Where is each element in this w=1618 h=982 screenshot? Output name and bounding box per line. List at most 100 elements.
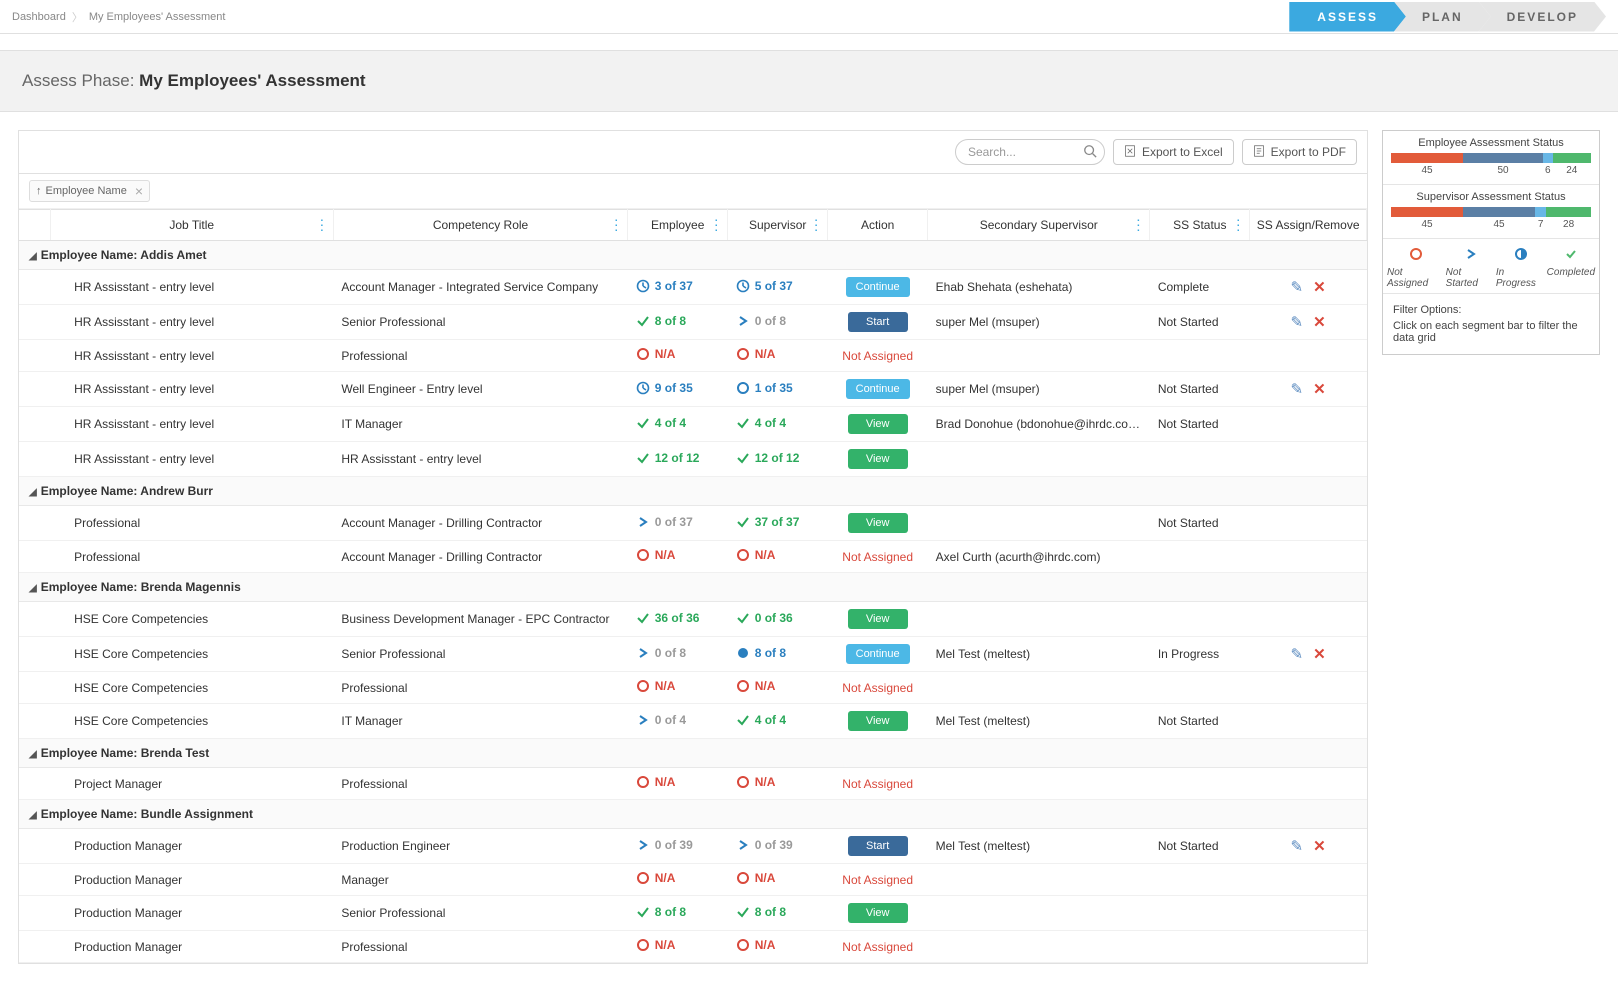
edit-icon[interactable]: ✎ bbox=[1291, 279, 1304, 296]
group-header[interactable]: ◢Employee Name: Addis Amet bbox=[19, 241, 1367, 270]
chevron-right-icon: 〉 bbox=[72, 9, 83, 25]
action-view-button[interactable]: View bbox=[848, 414, 908, 434]
bar-segment[interactable] bbox=[1553, 153, 1591, 163]
collapse-icon[interactable]: ◢ bbox=[29, 583, 37, 594]
search-input[interactable] bbox=[955, 139, 1105, 165]
status-not-assigned: Not Assigned bbox=[842, 873, 913, 887]
cell-job-title: HR Assisstant - entry level bbox=[50, 442, 333, 477]
column-menu-icon[interactable]: ⋮ bbox=[609, 217, 623, 234]
cell-action: Not Assigned bbox=[828, 768, 928, 800]
collapse-icon[interactable]: ◢ bbox=[29, 251, 37, 262]
edit-icon[interactable]: ✎ bbox=[1291, 646, 1304, 663]
action-view-button[interactable]: View bbox=[848, 513, 908, 533]
col-supervisor[interactable]: Supervisor⋮ bbox=[728, 210, 828, 241]
action-view-button[interactable]: View bbox=[848, 711, 908, 731]
remove-icon[interactable]: ✕ bbox=[1313, 381, 1326, 398]
bar-segment[interactable] bbox=[1391, 153, 1463, 163]
circle-red-icon bbox=[636, 938, 650, 952]
action-view-button[interactable]: View bbox=[848, 609, 908, 629]
remove-group-icon[interactable]: × bbox=[135, 183, 143, 199]
grid-toolbar: Export to Excel Export to PDF bbox=[19, 131, 1367, 173]
action-view-button[interactable]: View bbox=[848, 449, 908, 469]
supervisor-status-bar bbox=[1391, 207, 1591, 217]
remove-icon[interactable]: ✕ bbox=[1313, 314, 1326, 331]
column-menu-icon[interactable]: ⋮ bbox=[809, 217, 823, 234]
edit-icon[interactable]: ✎ bbox=[1291, 381, 1304, 398]
remove-icon[interactable]: ✕ bbox=[1313, 646, 1326, 663]
table-row: ProfessionalAccount Manager - Drilling C… bbox=[19, 506, 1367, 541]
employee-status-chart: Employee Assessment Status 4550624 bbox=[1383, 131, 1599, 185]
bar-segment[interactable] bbox=[1463, 153, 1543, 163]
remove-icon[interactable]: ✕ bbox=[1313, 279, 1326, 296]
action-continue-button[interactable]: Continue bbox=[846, 277, 910, 297]
cell-job-title: Production Manager bbox=[50, 896, 333, 931]
col-action[interactable]: Action bbox=[828, 210, 928, 241]
col-job-title[interactable]: Job Title⋮ bbox=[50, 210, 333, 241]
page-title: My Employees' Assessment bbox=[139, 71, 365, 90]
group-chip-employee-name[interactable]: ↑ Employee Name × bbox=[29, 180, 150, 202]
action-continue-button[interactable]: Continue bbox=[846, 379, 910, 399]
breadcrumb: Dashboard 〉 My Employees' Assessment bbox=[12, 9, 1289, 25]
edit-icon[interactable]: ✎ bbox=[1291, 838, 1304, 855]
legend-not-started: Not Started bbox=[1446, 247, 1496, 289]
cell-supervisor-status: 8 of 8 bbox=[728, 637, 828, 672]
action-view-button[interactable]: View bbox=[848, 903, 908, 923]
cell-secondary-supervisor: super Mel (msuper) bbox=[928, 372, 1150, 407]
breadcrumb-dashboard[interactable]: Dashboard bbox=[12, 11, 66, 23]
cell-competency-role: Senior Professional bbox=[333, 896, 627, 931]
bar-segment[interactable] bbox=[1463, 207, 1535, 217]
cell-job-title: Production Manager bbox=[50, 829, 333, 864]
col-competency-role[interactable]: Competency Role⋮ bbox=[333, 210, 627, 241]
bar-segment[interactable] bbox=[1391, 207, 1463, 217]
column-menu-icon[interactable]: ⋮ bbox=[1231, 217, 1245, 234]
bar-segment[interactable] bbox=[1535, 207, 1546, 217]
cell-job-title: HR Assisstant - entry level bbox=[50, 372, 333, 407]
phase-tab-develop[interactable]: DEVELOP bbox=[1479, 2, 1606, 32]
phase-tab-assess[interactable]: ASSESS bbox=[1289, 2, 1406, 32]
cell-ss-assign bbox=[1250, 896, 1367, 931]
circle-red-icon bbox=[736, 679, 750, 693]
cell-competency-role: Manager bbox=[333, 864, 627, 896]
remove-icon[interactable]: ✕ bbox=[1313, 838, 1326, 855]
group-header[interactable]: ◢Employee Name: Brenda Magennis bbox=[19, 573, 1367, 602]
group-header[interactable]: ◢Employee Name: Brenda Test bbox=[19, 739, 1367, 768]
group-header[interactable]: ◢Employee Name: Bundle Assignment bbox=[19, 800, 1367, 829]
main-panel: Export to Excel Export to PDF ↑ Employee… bbox=[18, 130, 1368, 964]
cell-ss-status bbox=[1150, 541, 1250, 573]
cell-action: Continue bbox=[828, 270, 928, 305]
collapse-icon[interactable]: ◢ bbox=[29, 487, 37, 498]
chev-blue-icon bbox=[636, 838, 650, 852]
bar-segment-label: 45 bbox=[1391, 217, 1463, 230]
collapse-icon[interactable]: ◢ bbox=[29, 810, 37, 821]
action-continue-button[interactable]: Continue bbox=[846, 644, 910, 664]
collapse-icon[interactable]: ◢ bbox=[29, 749, 37, 760]
col-ss-status[interactable]: SS Status⋮ bbox=[1150, 210, 1250, 241]
cell-job-title: HR Assisstant - entry level bbox=[50, 270, 333, 305]
col-secondary-supervisor[interactable]: Secondary Supervisor⋮ bbox=[928, 210, 1150, 241]
cell-competency-role: Production Engineer bbox=[333, 829, 627, 864]
export-pdf-button[interactable]: Export to PDF bbox=[1242, 139, 1357, 165]
check-green-icon bbox=[636, 416, 650, 430]
edit-icon[interactable]: ✎ bbox=[1291, 314, 1304, 331]
column-menu-icon[interactable]: ⋮ bbox=[315, 217, 329, 234]
column-menu-icon[interactable]: ⋮ bbox=[709, 217, 723, 234]
col-ss-assign[interactable]: SS Assign/Remove bbox=[1250, 210, 1367, 241]
cell-ss-assign bbox=[1250, 506, 1367, 541]
column-menu-icon[interactable]: ⋮ bbox=[1131, 217, 1145, 234]
action-start-button[interactable]: Start bbox=[848, 836, 908, 856]
table-row: HR Assisstant - entry levelProfessionalN… bbox=[19, 340, 1367, 372]
export-excel-button[interactable]: Export to Excel bbox=[1113, 139, 1234, 165]
bar-segment[interactable] bbox=[1546, 207, 1591, 217]
col-employee[interactable]: Employee⋮ bbox=[628, 210, 728, 241]
circle-red-icon bbox=[636, 679, 650, 693]
action-start-button[interactable]: Start bbox=[848, 312, 908, 332]
group-header[interactable]: ◢Employee Name: Andrew Burr bbox=[19, 477, 1367, 506]
table-row: ProfessionalAccount Manager - Drilling C… bbox=[19, 541, 1367, 573]
cell-supervisor-status: N/A bbox=[728, 864, 828, 896]
supervisor-status-labels: 4545728 bbox=[1391, 217, 1591, 230]
cell-ss-assign bbox=[1250, 340, 1367, 372]
bar-segment[interactable] bbox=[1543, 153, 1553, 163]
phase-tab-plan[interactable]: PLAN bbox=[1394, 2, 1491, 32]
table-row: Project ManagerProfessionalN/AN/ANot Ass… bbox=[19, 768, 1367, 800]
cell-ss-assign: ✎ ✕ bbox=[1250, 270, 1367, 305]
